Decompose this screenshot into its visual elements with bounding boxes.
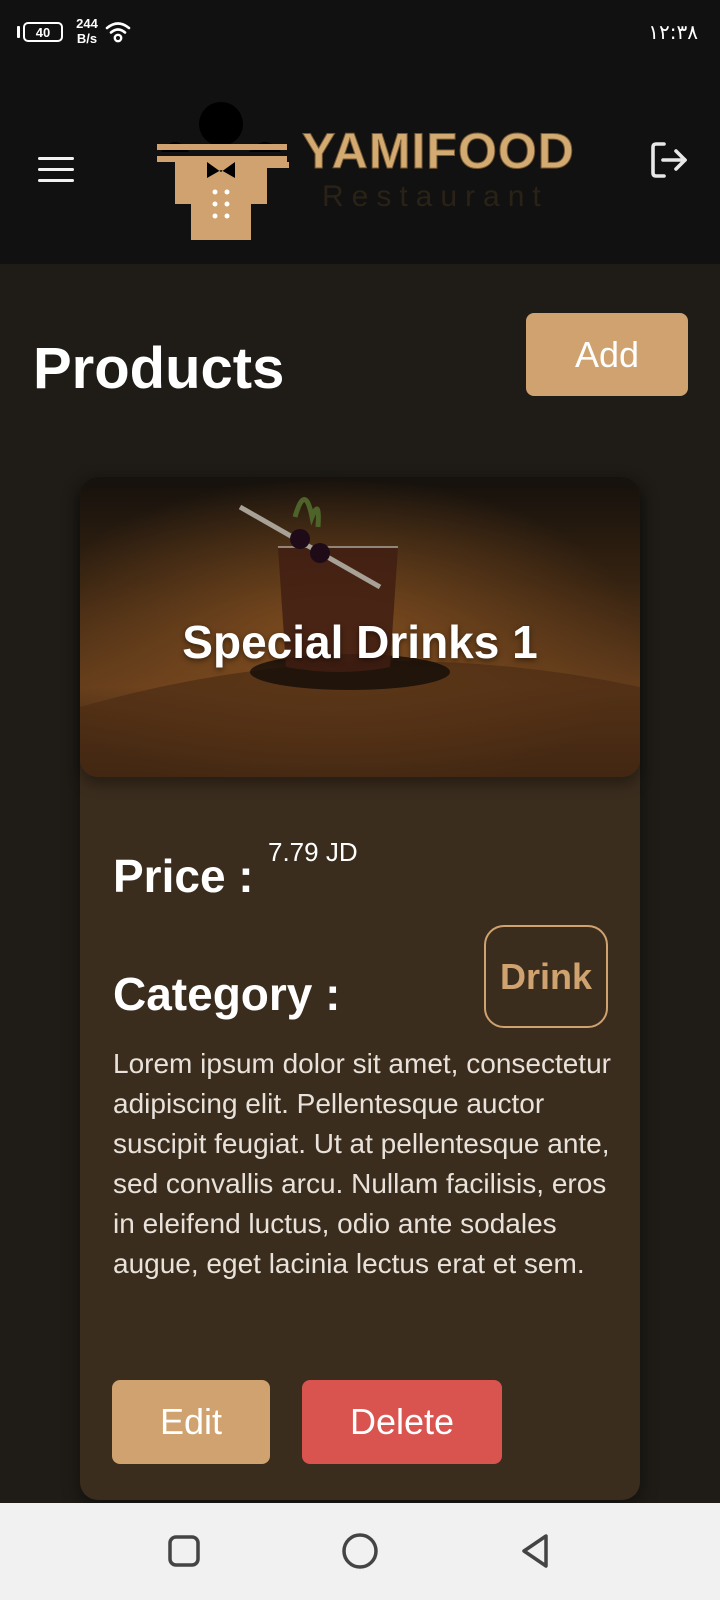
status-bar: 40 244 B/s ١٢:٣٨ [0,0,720,64]
status-time: ١٢:٣٨ [648,20,698,44]
network-speed-unit: B/s [76,31,98,46]
charging-indicator-icon [17,26,20,38]
category-value: Drink [499,955,593,997]
price-value: 7.79 JD [268,837,358,867]
battery-level: 40 [35,24,51,40]
triangle-back-icon[interactable] [516,1531,556,1571]
network-speed-value: 244 [76,16,98,31]
product-card: Special Drinks 1 Price : 7.79 JD Categor… [80,477,640,1500]
battery-icon: 40 [23,22,63,42]
circle-icon[interactable] [340,1531,380,1571]
logo-subtitle: Restaurant [322,180,549,213]
hamburger-menu-icon-line [38,167,74,171]
product-image: Special Drinks 1 [80,477,640,777]
restaurant-logo: YAMIFOOD Restaurant [157,100,574,240]
delete-button[interactable]: Delete [302,1380,502,1464]
edit-button[interactable]: Edit [112,1380,270,1464]
product-description: Lorem ipsum dolor sit amet, consectetur … [113,1048,611,1279]
menu-button[interactable] [30,144,82,194]
wifi-icon [105,22,131,43]
category-badge: Drink [484,925,608,1028]
price-label: Price : [113,850,254,902]
app-screen: 40 244 B/s ١٢:٣٨ YAMIFOOD Restaurant Pro… [0,0,720,1600]
logout-icon[interactable] [648,138,692,182]
category-label: Category : [113,968,341,1020]
hamburger-menu-icon [38,156,74,160]
hamburger-menu-icon-line [38,178,74,182]
product-name: Special Drinks 1 [182,616,538,668]
square-icon[interactable] [164,1531,204,1571]
logo-title: YAMIFOOD [302,123,575,180]
chef-logo-icon [157,102,289,240]
page-title: Products [33,336,285,401]
add-product-button[interactable]: Add [526,313,688,396]
network-speed: 244 B/s [72,16,102,46]
system-nav-bar [0,1503,720,1600]
app-header: YAMIFOOD Restaurant [0,64,720,264]
